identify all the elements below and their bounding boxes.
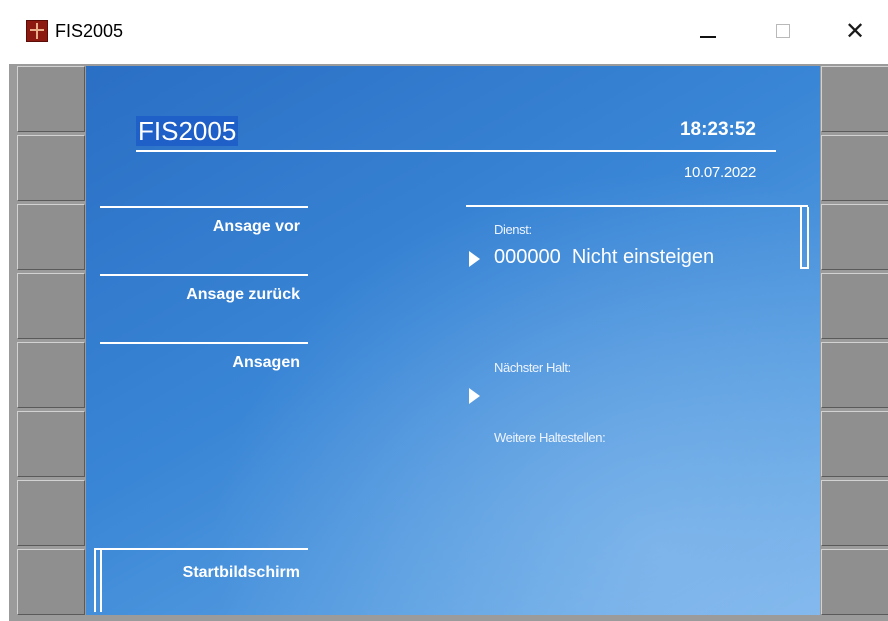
naechster-halt-label: Nächster Halt: — [494, 360, 571, 375]
left-softkey-7[interactable] — [17, 480, 85, 546]
right-softkey-5[interactable] — [821, 342, 888, 408]
selection-bracket — [94, 550, 102, 612]
window-title: FIS2005 — [55, 21, 124, 41]
left-softkey-1[interactable] — [17, 66, 85, 132]
dienst-label: Dienst: — [494, 222, 532, 237]
display-screen: FIS2005 18:23:52 10.07.2022 Ansage vor A… — [86, 66, 820, 615]
minimize-button[interactable] — [685, 14, 731, 48]
right-softkey-8[interactable] — [821, 549, 888, 615]
menu-ansagen-label: Ansagen — [232, 354, 300, 371]
minimize-icon — [700, 36, 716, 38]
right-softkey-1[interactable] — [821, 66, 888, 132]
left-softkey-6[interactable] — [17, 411, 85, 477]
left-softkey-column — [17, 66, 85, 615]
right-softkey-6[interactable] — [821, 411, 888, 477]
fis-app-icon[interactable] — [26, 20, 48, 42]
right-softkey-7[interactable] — [821, 480, 888, 546]
weitere-haltestellen-label: Weitere Haltestellen: — [494, 430, 606, 445]
app-logo-text: FIS2005 — [136, 116, 239, 146]
clock-time: 18:23:52 — [679, 119, 756, 140]
menu-ansage-vor[interactable]: Ansage vor — [100, 206, 308, 274]
right-softkey-4[interactable] — [821, 273, 888, 339]
left-softkey-8[interactable] — [17, 549, 85, 615]
menu-ansage-zurueck-label: Ansage zurück — [186, 286, 300, 303]
right-softkey-2[interactable] — [821, 135, 888, 201]
right-softkey-3[interactable] — [821, 204, 888, 270]
right-softkey-column — [821, 66, 888, 615]
play-arrow-icon — [469, 388, 480, 404]
close-button[interactable]: ✕ — [832, 14, 878, 48]
menu-ansagen[interactable]: Ansagen — [100, 342, 308, 410]
menu-startbildschirm-label: Startbildschirm — [182, 564, 300, 581]
left-softkey-3[interactable] — [17, 204, 85, 270]
left-softkey-2[interactable] — [17, 135, 85, 201]
play-arrow-icon — [469, 251, 480, 267]
scroll-indicator — [800, 207, 809, 269]
left-softkey-4[interactable] — [17, 273, 85, 339]
maximize-button[interactable] — [760, 14, 806, 48]
menu-ansage-vor-label: Ansage vor — [212, 218, 300, 235]
clock-date: 10.07.2022 — [683, 164, 756, 181]
title-bar: FIS2005 ✕ — [0, 0, 888, 64]
dienst-value: 000000 Nicht einsteigen — [494, 246, 715, 268]
header-divider — [136, 150, 776, 152]
left-softkey-5[interactable] — [17, 342, 85, 408]
menu-startbildschirm[interactable]: Startbildschirm — [94, 548, 308, 615]
close-icon: ✕ — [844, 17, 866, 45]
info-divider — [466, 205, 808, 207]
menu-ansage-zurueck[interactable]: Ansage zurück — [100, 274, 308, 342]
maximize-icon — [776, 24, 790, 38]
